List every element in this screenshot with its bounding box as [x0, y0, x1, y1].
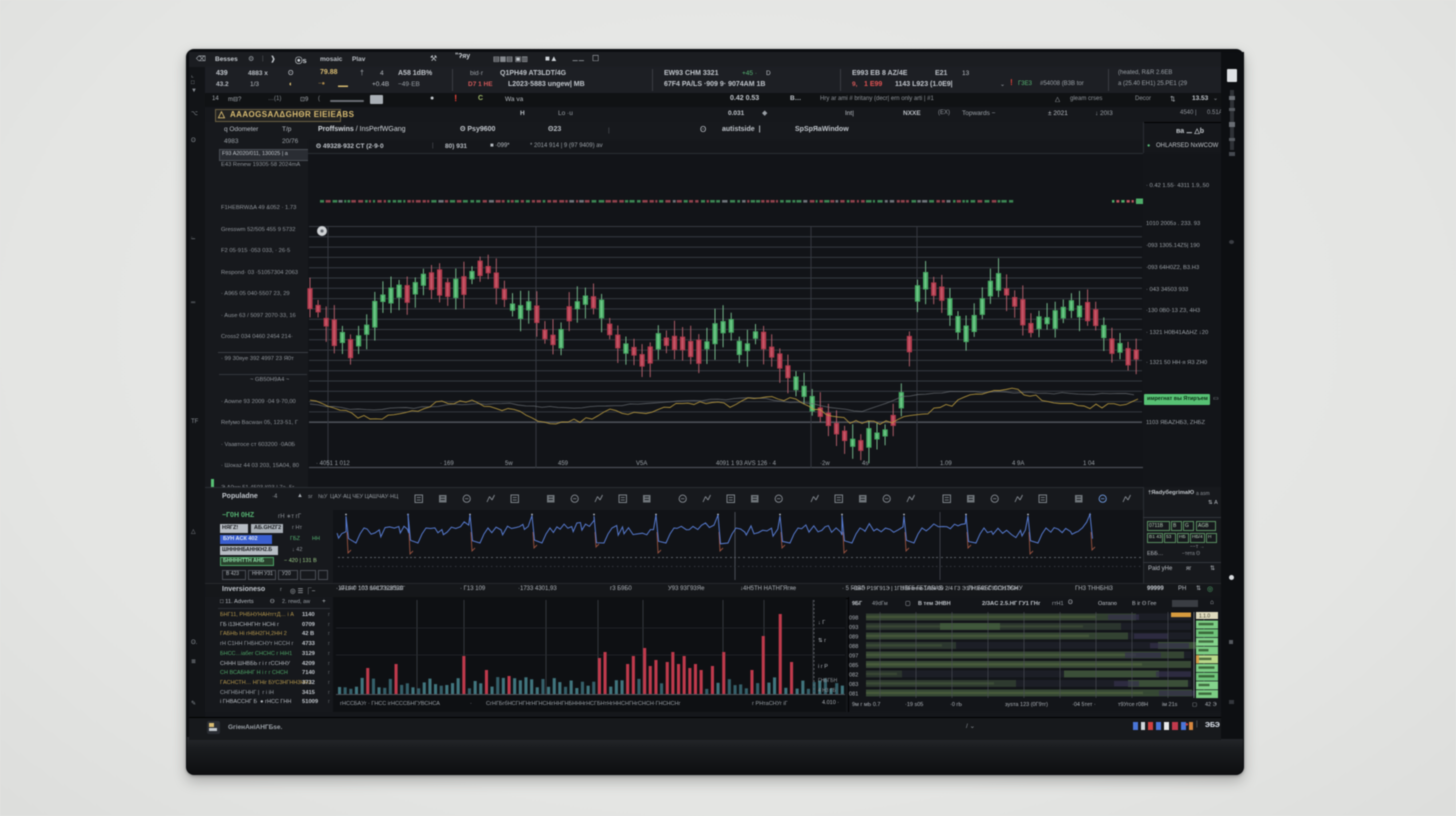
svg-text:088: 088 — [849, 644, 858, 650]
svg-text:083: 083 — [849, 682, 858, 688]
svg-text:093: 093 — [849, 625, 858, 631]
svg-text:081: 081 — [849, 692, 858, 698]
svg-text:085: 085 — [849, 663, 858, 669]
svg-text:1.1.0: 1.1.0 — [1199, 614, 1210, 620]
svg-text:098: 098 — [849, 616, 858, 622]
svg-text:082: 082 — [849, 673, 858, 679]
svg-text:097: 097 — [849, 654, 858, 660]
svg-text:089: 089 — [849, 635, 858, 641]
